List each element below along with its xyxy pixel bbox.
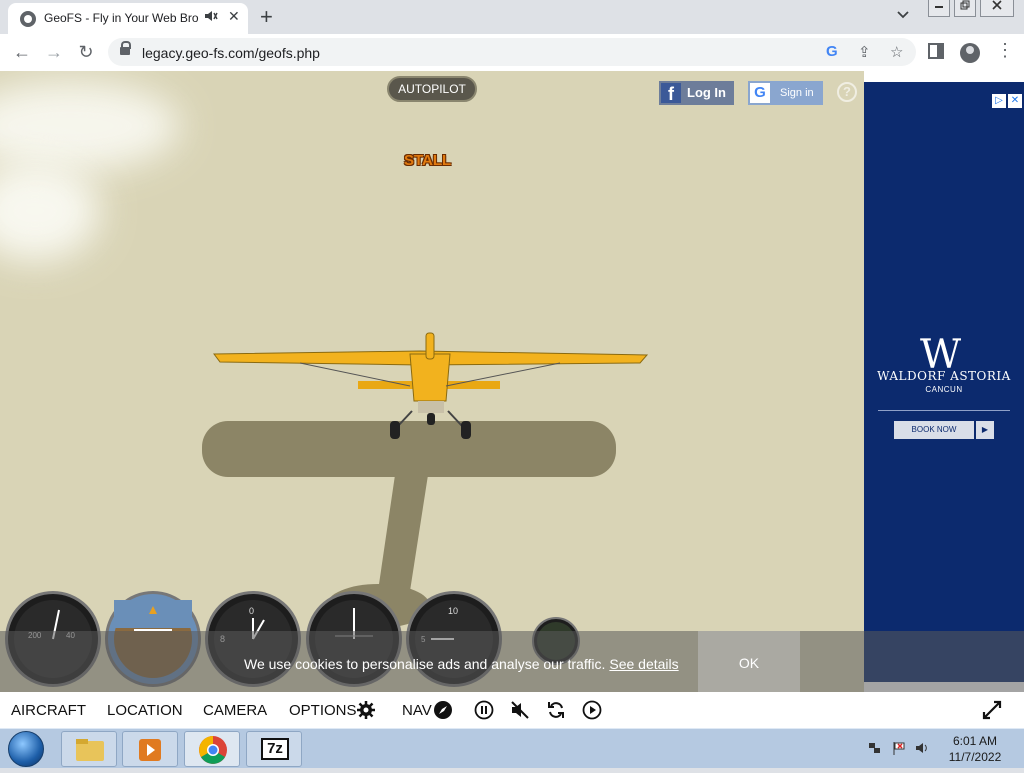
taskbar-chrome[interactable] — [184, 731, 240, 767]
svg-text:10: 10 — [448, 606, 458, 616]
page-viewport: AUTOPILOT STALL f Log In G Sign in ? 200… — [0, 71, 1024, 728]
taskbar-explorer[interactable] — [61, 731, 117, 767]
menu-camera[interactable]: CAMERA — [203, 702, 267, 719]
mute-icon[interactable] — [510, 700, 530, 720]
menu-options[interactable]: OPTIONS — [289, 702, 357, 719]
flight-sim-canvas[interactable]: AUTOPILOT STALL f Log In G Sign in ? 200… — [0, 71, 864, 692]
media-player-icon — [139, 739, 161, 761]
7zip-icon: 7z — [261, 738, 289, 760]
autopilot-button[interactable]: AUTOPILOT — [387, 76, 477, 102]
clock-date: 11/7/2022 — [948, 750, 1002, 764]
google-icon: G — [750, 83, 770, 103]
system-clock[interactable]: 6:01 AM 11/7/2022 — [940, 733, 1010, 765]
tab-close-icon[interactable]: ✕ — [228, 8, 240, 25]
browser-window: GeoFS - Fly in Your Web Bro ✕ + ← → ↻ le… — [0, 0, 1024, 768]
fullscreen-icon[interactable] — [982, 700, 1002, 720]
play-icon[interactable] — [582, 700, 602, 720]
menu-aircraft[interactable]: AIRCRAFT — [11, 702, 86, 719]
ad-choices-icon[interactable]: ▷ — [992, 94, 1006, 108]
lock-icon[interactable] — [120, 41, 131, 56]
menu-nav[interactable]: NAV — [402, 702, 432, 719]
globe-icon — [20, 11, 36, 27]
facebook-icon: f — [661, 83, 681, 104]
ad-location: CANCUN — [925, 385, 963, 394]
menu-location[interactable]: LOCATION — [107, 702, 183, 719]
browser-toolbar: ← → ↻ legacy.geo-fs.com/geofs.php G ⇪ ☆ … — [0, 34, 1024, 71]
book-now-arrow-icon[interactable]: ▶ — [976, 421, 994, 439]
advertisement-banner[interactable]: ▷ ✕ W WALDORF ASTORIA CANCUN BOOK NOW ▶ — [864, 82, 1024, 682]
ad-divider — [878, 410, 1010, 411]
ad-brand: WALDORF ASTORIA — [877, 369, 1011, 383]
reset-icon[interactable] — [546, 700, 566, 720]
new-tab-button[interactable]: + — [260, 4, 273, 30]
bookmark-star-icon[interactable]: ☆ — [890, 43, 903, 61]
tab-search-button[interactable] — [897, 8, 909, 22]
url-text[interactable]: legacy.geo-fs.com/geofs.php — [142, 45, 320, 61]
gear-icon[interactable] — [356, 700, 376, 720]
sim-menu-bar: AIRCRAFT LOCATION CAMERA OPTIONS NAV — [0, 692, 1024, 728]
clock-time: 6:01 AM — [952, 734, 998, 748]
taskbar-media-player[interactable] — [122, 731, 178, 767]
start-button[interactable] — [8, 731, 44, 767]
volume-icon[interactable] — [915, 741, 929, 758]
speaker-icon[interactable] — [204, 10, 218, 25]
chrome-icon — [199, 736, 227, 764]
pause-icon[interactable] — [474, 700, 494, 720]
book-now-button[interactable]: BOOK NOW — [894, 421, 974, 439]
cookie-details-link[interactable]: See details — [609, 656, 678, 672]
minimize-button[interactable] — [928, 0, 950, 17]
google-lens-icon[interactable]: G — [826, 43, 838, 60]
facebook-login-button[interactable]: f Log In — [659, 81, 734, 105]
action-center-flag-icon[interactable] — [892, 741, 906, 758]
cookie-banner: We use cookies to personalise ads and an… — [0, 631, 1024, 692]
address-bar[interactable]: legacy.geo-fs.com/geofs.php G ⇪ ☆ — [108, 38, 916, 66]
network-icon[interactable] — [868, 741, 882, 758]
chrome-menu-icon[interactable]: ⋮ — [996, 40, 1014, 61]
svg-text:0: 0 — [249, 606, 254, 616]
folder-icon — [76, 739, 104, 761]
cookie-message: We use cookies to personalise ads and an… — [244, 656, 679, 672]
ad-close-icon[interactable]: ✕ — [1008, 94, 1022, 108]
share-icon[interactable]: ⇪ — [858, 43, 871, 61]
cookie-ok-button[interactable]: OK — [698, 631, 800, 692]
tab-title: GeoFS - Fly in Your Web Bro — [44, 11, 199, 25]
close-window-button[interactable] — [980, 0, 1014, 17]
taskbar-7zip[interactable]: 7z — [246, 731, 302, 767]
stall-warning: STALL — [404, 152, 452, 169]
google-signin-button[interactable]: G Sign in — [748, 81, 823, 105]
side-panel-icon[interactable] — [928, 43, 944, 64]
forward-button[interactable]: → — [42, 40, 66, 64]
reload-button[interactable]: ↻ — [74, 40, 98, 64]
windows-taskbar: 7z 6:01 AM 11/7/2022 — [0, 728, 1024, 768]
restore-button[interactable] — [954, 0, 976, 17]
tab-strip: GeoFS - Fly in Your Web Bro ✕ + — [0, 0, 1024, 34]
tab-geofs[interactable]: GeoFS - Fly in Your Web Bro ✕ — [8, 3, 248, 34]
compass-icon[interactable] — [433, 700, 453, 720]
profile-avatar[interactable] — [960, 43, 980, 63]
back-button[interactable]: ← — [10, 40, 34, 64]
help-icon[interactable]: ? — [837, 82, 857, 102]
